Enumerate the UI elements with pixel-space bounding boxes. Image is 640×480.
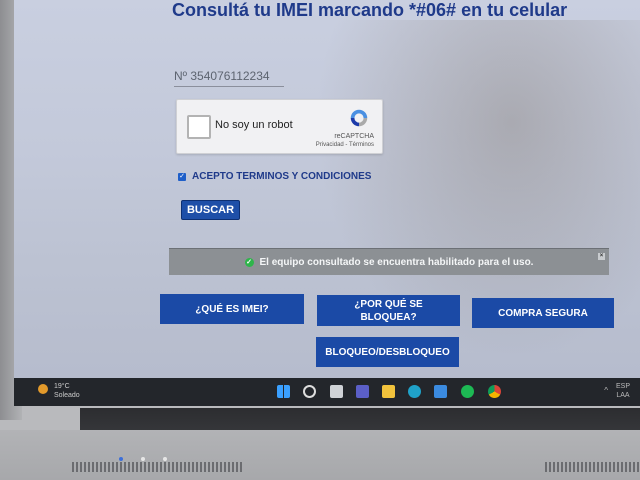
status-led [163,457,167,461]
file-explorer-icon[interactable] [382,385,395,398]
recaptcha-icon [350,109,368,127]
recaptcha-brand: reCAPTCHA [334,133,374,140]
safe-purchase-button[interactable]: COMPRA SEGURA [472,298,614,328]
edge-icon[interactable] [408,385,421,398]
why-blocked-button[interactable]: ¿POR QUÉ SE BLOQUEA? [317,295,460,326]
windows-start-icon[interactable] [277,385,290,398]
sun-icon [38,384,48,394]
terms-label: ACEPTO TERMINOS Y CONDICIONES [192,171,372,182]
search-button[interactable]: BUSCAR [181,200,240,220]
taskbar: 19°C Soleado ^ ESP LAA [14,378,640,406]
block-unblock-button[interactable]: BLOQUEO/DESBLOQUEO [316,337,459,367]
check-circle-icon: ✓ [244,257,254,267]
status-message: El equipo consultado se encuentra habili… [259,256,534,268]
speaker-grille-left [72,462,244,472]
laptop-body [0,430,640,480]
store-icon[interactable] [434,385,447,398]
why-blocked-label: ¿POR QUÉ SE BLOQUEA? [354,298,423,323]
search-icon[interactable] [303,385,316,398]
what-is-imei-button[interactable]: ¿QUÉ ES IMEI? [160,294,304,324]
weather-desc: Soleado [54,392,80,399]
terms-checkbox[interactable]: ✓ [178,172,186,181]
spotify-icon[interactable] [461,385,474,398]
status-led [119,457,123,461]
screen: Consultá tu IMEI marcando *#06# en tu ce… [14,0,640,378]
close-icon[interactable]: × [598,253,605,260]
chat-icon[interactable] [356,385,369,398]
page-title: Consultá tu IMEI marcando *#06# en tu ce… [172,0,568,20]
terms-row: ✓ ACEPTO TERMINOS Y CONDICIONES [178,171,371,182]
language-indicator[interactable]: ESP LAA [616,382,630,400]
task-view-icon[interactable] [330,385,343,398]
recaptcha-links[interactable]: Privacidad - Términos [316,142,374,148]
status-alert: ✓ El equipo consultado se encuentra habi… [169,248,609,275]
recaptcha-widget: No soy un robot reCAPTCHA Privacidad - T… [176,99,383,154]
speaker-grille-right [545,462,640,472]
recaptcha-checkbox[interactable] [187,115,211,139]
weather-temp: 19°C [54,383,70,390]
language-code: ESP [615,383,630,390]
recaptcha-label: No soy un robot [215,119,293,131]
imei-input[interactable]: Nº 354076112234 [174,66,284,87]
status-led [141,457,145,461]
chrome-icon[interactable] [488,385,501,398]
chevron-up-icon[interactable]: ^ [604,386,608,395]
language-layout: LAA [616,392,630,399]
